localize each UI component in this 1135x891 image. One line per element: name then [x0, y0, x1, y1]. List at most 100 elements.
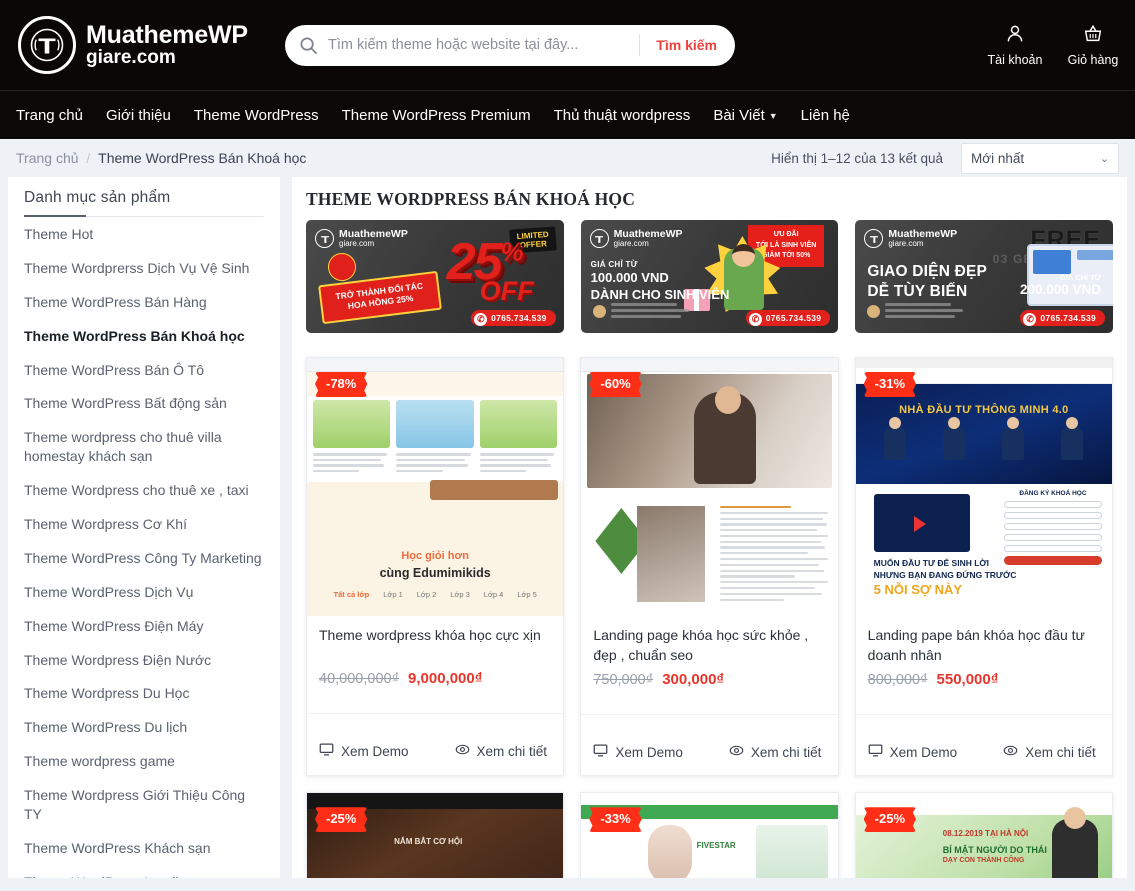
- sidebar-title: Danh mục sản phẩm: [24, 189, 264, 217]
- product-new-price: 9,000,000₫: [408, 670, 483, 687]
- sidebar-item-ban-khoa-hoc[interactable]: Theme WordPress Bán Khoá học: [24, 319, 264, 353]
- chevron-down-icon: ⌄: [1099, 152, 1109, 165]
- wordpress-logo-icon: [589, 229, 609, 248]
- product-old-price: 750,000₫: [593, 672, 654, 689]
- banner-brand-domain: giare.com: [888, 238, 924, 248]
- sidebar-item-dien-nuoc[interactable]: Theme Wordpress Điện Nước: [24, 643, 264, 677]
- phone-icon: ✆: [477, 314, 485, 324]
- product-old-price: 800,000₫: [867, 672, 928, 689]
- user-icon: [1004, 23, 1026, 50]
- thumb-line-1: BÍ MẬT NGƯỜI DO THÁI: [942, 845, 1047, 856]
- product-thumbnail[interactable]: Học giỏi hơn cùng Edumimikids Tất cả lớp…: [307, 358, 564, 616]
- breadcrumb-separator: /: [86, 150, 91, 166]
- product-name[interactable]: Landing page khóa học sức khỏe , đẹp , c…: [593, 626, 825, 665]
- brand-name: MuathemeWP: [86, 20, 248, 49]
- banner-audience: DÀNH CHO SINH VIÊN: [590, 286, 730, 302]
- sidebar-item-dich-vu-ve-sinh[interactable]: Theme Wordprerss Dịch Vụ Vệ Sinh: [24, 251, 264, 285]
- view-detail-button[interactable]: Xem chi tiết: [729, 743, 821, 761]
- eye-icon: [729, 743, 744, 761]
- sidebar-item-ban-hang[interactable]: Theme WordPress Bán Hàng: [24, 285, 264, 319]
- product-card[interactable]: NẮM BẮT CƠ HỘI -25%: [306, 792, 565, 878]
- search-submit-button[interactable]: Tìm kiếm: [639, 34, 731, 56]
- promo-banners: MuathemeWP giare.com LIMITED OFFER 25% O…: [306, 220, 1114, 333]
- product-thumbnail[interactable]: NHÀ ĐẦU TƯ THÔNG MINH 4.0 ĐĂNG KÝ KHOÁ H…: [855, 358, 1112, 616]
- promo-banner-hosting[interactable]: MuathemeWP giare.com FREE 03 GB HOSTING …: [855, 220, 1114, 333]
- result-count: Hiển thị 1–12 của 13 kết quả: [771, 150, 943, 166]
- product-new-price: 550,000₫: [936, 671, 999, 689]
- nav-item-theme-wordpress-premium[interactable]: Theme WordPress Premium: [342, 107, 531, 124]
- eye-icon: [1003, 743, 1018, 761]
- product-price: 40,000,000₫ 9,000,000₫: [319, 670, 551, 687]
- product-grid-row-2: NẮM BẮT CƠ HỘI -25% FIVESTAR -33% 08.12.…: [306, 792, 1113, 878]
- sort-select-value: Mới nhất: [971, 150, 1025, 166]
- product-price: 800,000₫ 550,000₫: [868, 671, 1100, 688]
- sidebar-item-dich-vu[interactable]: Theme WordPress Dịch Vụ: [24, 575, 264, 609]
- nav-item-bai-viet[interactable]: Bài Viết ▼: [713, 107, 777, 124]
- sidebar-item-dien-may[interactable]: Theme WordPress Điện Máy: [24, 609, 264, 643]
- banner-brand-domain: giare.com: [339, 238, 375, 248]
- sidebar-item-cong-ty-marketing[interactable]: Theme WordPress Công Ty Marketing: [24, 541, 264, 575]
- sidebar-item-du-hoc[interactable]: Theme Wordpress Du Học: [24, 676, 264, 710]
- nav-item-lien-he[interactable]: Liên hệ: [801, 107, 850, 124]
- product-card[interactable]: NHÀ ĐẦU TƯ THÔNG MINH 4.0 ĐĂNG KÝ KHOÁ H…: [854, 357, 1113, 777]
- product-card[interactable]: FIVESTAR -33%: [580, 792, 839, 878]
- view-demo-label: Xem Demo: [615, 744, 683, 760]
- breadcrumb-home[interactable]: Trang chủ: [16, 150, 79, 166]
- banner-phone: ✆ 0765.734.539: [471, 310, 556, 326]
- sidebar-item-landing-page[interactable]: Theme WordPress Landing page: [24, 865, 264, 878]
- product-card[interactable]: 08.12.2019 TẠI HÀ NỘI BÍ MẬT NGƯỜI DO TH…: [854, 792, 1113, 878]
- sidebar-item-theme-hot[interactable]: Theme Hot: [24, 217, 264, 251]
- banner-price-value: 200.000 VND: [1019, 282, 1102, 298]
- sidebar-item-game[interactable]: Theme wordpress game: [24, 744, 264, 778]
- sidebar-item-ban-o-to[interactable]: Theme WordPress Bán Ô Tô: [24, 353, 264, 387]
- cart-button[interactable]: Giỏ hàng: [1065, 23, 1121, 67]
- account-button[interactable]: Tài khoản: [987, 23, 1043, 67]
- sidebar-item-bat-dong-san[interactable]: Theme WordPress Bất động sản: [24, 386, 264, 420]
- view-demo-button[interactable]: Xem Demo: [868, 743, 957, 761]
- search-bar[interactable]: Tìm kiếm: [285, 24, 735, 66]
- product-card[interactable]: Học giỏi hơn cùng Edumimikids Tất cả lớp…: [306, 357, 565, 777]
- nav-item-thu-thuat-wordpress[interactable]: Thủ thuật wordpress: [554, 107, 691, 124]
- main-navigation: Trang chủ Giới thiệu Theme WordPress The…: [0, 90, 1135, 139]
- sidebar-item-cho-thue-xe-taxi[interactable]: Theme Wordpress cho thuê xe , taxi: [24, 473, 264, 507]
- discount-badge: -25%: [863, 807, 917, 833]
- sort-select[interactable]: Mới nhất ⌄: [961, 142, 1119, 174]
- banner-features: [867, 303, 964, 321]
- sidebar: Danh mục sản phẩm Theme Hot Theme Wordpr…: [8, 177, 280, 878]
- sidebar-item-du-lich[interactable]: Theme WordPress Du lịch: [24, 710, 264, 744]
- nav-item-theme-wordpress[interactable]: Theme WordPress: [194, 107, 319, 124]
- account-label: Tài khoản: [987, 53, 1043, 67]
- site-header: MuathemeWP giare.com Tìm kiếm Tài khoản: [0, 0, 1135, 90]
- product-grid: Học giỏi hơn cùng Edumimikids Tất cả lớp…: [306, 357, 1113, 777]
- product-thumbnail[interactable]: -60%: [581, 358, 838, 616]
- nav-item-gioi-thieu[interactable]: Giới thiệu: [106, 107, 171, 124]
- sidebar-item-co-khi[interactable]: Theme Wordpress Cơ Khí: [24, 507, 264, 541]
- search-input[interactable]: [318, 37, 640, 53]
- promo-banner-discount[interactable]: MuathemeWP giare.com LIMITED OFFER 25% O…: [306, 220, 564, 333]
- view-demo-button[interactable]: Xem Demo: [593, 743, 683, 761]
- thumb-heading-1: MUỐN ĐẦU TƯ ĐỂ SINH LỜI: [873, 558, 990, 568]
- chevron-down-icon: ▼: [768, 111, 778, 121]
- wordpress-logo-icon: [18, 16, 76, 74]
- banner-logo: MuathemeWP giare.com: [315, 229, 408, 248]
- thumb-form-title: ĐĂNG KÝ KHOÁ HỌC: [1019, 490, 1087, 497]
- nav-item-trang-chu[interactable]: Trang chủ: [16, 107, 83, 124]
- support-avatar-icon: [867, 305, 881, 318]
- site-logo[interactable]: MuathemeWP giare.com: [18, 16, 263, 74]
- promo-banner-student[interactable]: MuathemeWP giare.com ƯU ĐÃI TỚI LÀ SINH …: [580, 220, 839, 333]
- phone-icon: ✆: [1026, 314, 1035, 324]
- banner-phone: ✆ 0765.734.539: [745, 310, 831, 326]
- sidebar-item-khach-san[interactable]: Theme WordPress Khách sạn: [24, 831, 264, 865]
- view-detail-button[interactable]: Xem chi tiết: [1003, 743, 1096, 761]
- view-detail-button[interactable]: Xem chi tiết: [455, 742, 547, 760]
- view-demo-label: Xem Demo: [341, 743, 409, 759]
- product-name[interactable]: Landing pape bán khóa học đầu tư doanh n…: [868, 626, 1100, 665]
- banner-phone: ✆ 0765.734.539: [1020, 310, 1106, 326]
- sidebar-item-villa-homestay[interactable]: Theme wordpress cho thuê villa homestay …: [24, 420, 264, 473]
- product-card[interactable]: -60% Landing page khóa học sức khỏe , đẹ…: [580, 357, 839, 777]
- view-demo-button[interactable]: Xem Demo: [319, 742, 409, 760]
- breadcrumb: Trang chủ / Theme WordPress Bán Khoá học…: [0, 139, 1135, 177]
- sidebar-item-gioi-thieu-cong-ty[interactable]: Theme Wordpress Giới Thiệu Công TY: [24, 778, 264, 831]
- product-name[interactable]: Theme wordpress khóa học cực xịn: [319, 626, 551, 664]
- product-old-price: 40,000,000₫: [319, 671, 400, 687]
